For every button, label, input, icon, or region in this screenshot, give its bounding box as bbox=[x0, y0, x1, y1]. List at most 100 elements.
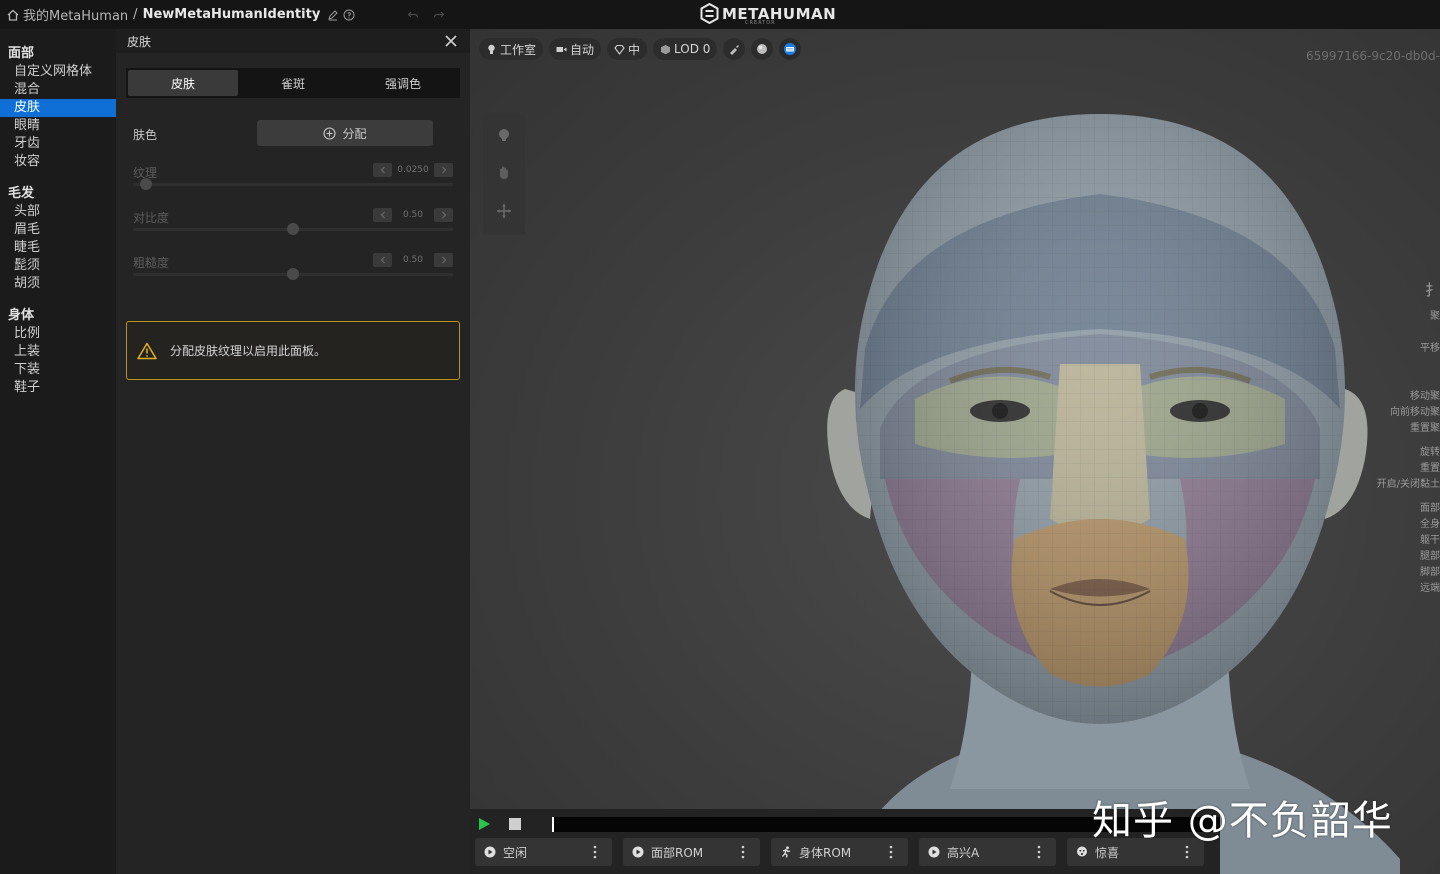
running-figure-icon bbox=[782, 846, 791, 858]
close-icon[interactable] bbox=[444, 34, 458, 48]
playhead[interactable] bbox=[552, 817, 554, 832]
breadcrumb-current: NewMetaHumanIdentity bbox=[142, 7, 321, 22]
studio-lighting-button[interactable]: 工作室 bbox=[479, 38, 544, 60]
home-icon[interactable] bbox=[6, 8, 20, 22]
chevron-left-icon bbox=[380, 256, 385, 264]
shortcut-hint: 重置 bbox=[1420, 463, 1440, 474]
chevron-left-icon bbox=[380, 211, 385, 219]
add-circle-icon bbox=[323, 126, 337, 140]
assign-button[interactable]: 分配 bbox=[257, 120, 433, 146]
more-options-icon[interactable] bbox=[1037, 844, 1041, 860]
shortcut-hint: 平移 bbox=[1420, 343, 1440, 354]
metahuman-logo-icon bbox=[700, 3, 719, 24]
nav-item[interactable]: 鞋子 bbox=[0, 379, 116, 397]
skin-color-label: 肤色 bbox=[133, 128, 158, 142]
nav-item[interactable]: 头部 bbox=[0, 203, 116, 221]
decrement-button[interactable] bbox=[373, 208, 392, 222]
panel-header: 皮肤 bbox=[116, 29, 470, 53]
warning-box: 分配皮肤纹理以启用此面板。 bbox=[126, 321, 460, 380]
nav-item[interactable]: 混合 bbox=[0, 81, 116, 99]
anim-label: 空闲 bbox=[503, 845, 528, 860]
slider-knob[interactable] bbox=[287, 268, 299, 280]
move-hand-icon[interactable] bbox=[496, 165, 512, 181]
skin-tabs: 皮肤 雀斑 强调色 bbox=[126, 68, 460, 98]
help-icon[interactable] bbox=[343, 9, 355, 21]
light-bulb-icon bbox=[488, 44, 495, 54]
cube-icon bbox=[661, 44, 671, 54]
camera-label: 自动 bbox=[570, 42, 595, 57]
slider-knob[interactable] bbox=[287, 223, 299, 235]
nav-item[interactable]: 皮肤 bbox=[0, 99, 116, 117]
lod-button[interactable]: LOD 0 bbox=[653, 38, 718, 60]
quality-button[interactable]: 中 bbox=[607, 38, 648, 60]
anim-idle[interactable]: 空闲 bbox=[475, 838, 612, 866]
app-root: 我的MetaHuman / NewMetaHumanIdentity METAH… bbox=[0, 0, 1440, 874]
shortcut-hint: 扌 bbox=[1424, 281, 1440, 299]
logo-text: METAHUMAN bbox=[722, 4, 837, 23]
increment-button[interactable] bbox=[434, 208, 453, 222]
3d-viewport[interactable]: 工作室 自动 中 LOD 0 65997166-9c20-db0d- 扌 聚 平… bbox=[470, 29, 1440, 874]
nav-item[interactable]: 自定义网格体 bbox=[0, 63, 116, 81]
undo-icon[interactable] bbox=[407, 9, 419, 21]
anim-face-rom[interactable]: 面部ROM bbox=[623, 838, 760, 866]
slider-knob[interactable] bbox=[139, 178, 152, 190]
clay-material-button[interactable] bbox=[751, 38, 774, 60]
slider-value[interactable]: 0.50 bbox=[394, 208, 432, 222]
more-options-icon[interactable] bbox=[889, 844, 893, 860]
redo-icon[interactable] bbox=[433, 9, 445, 21]
edit-icon[interactable] bbox=[327, 9, 339, 21]
shortcut-hint: 开启/关闭黏土 bbox=[1376, 479, 1440, 490]
character-head-render[interactable] bbox=[800, 99, 1400, 874]
slider-texture: 纹理 0.0250 bbox=[133, 163, 453, 194]
logo-subtext: CREATOR bbox=[745, 20, 776, 26]
nav-group-title[interactable]: 身体 bbox=[0, 307, 116, 325]
breadcrumb-root[interactable]: 我的MetaHuman bbox=[23, 5, 128, 24]
shortcut-hint: 重置聚 bbox=[1410, 423, 1440, 434]
keyboard-shortcuts-button[interactable] bbox=[779, 38, 802, 60]
play-icon[interactable] bbox=[477, 817, 491, 831]
slider-track[interactable] bbox=[133, 183, 453, 186]
chevron-right-icon bbox=[441, 166, 446, 174]
stop-button[interactable] bbox=[509, 818, 521, 830]
nav-item[interactable]: 眉毛 bbox=[0, 221, 116, 239]
camera-button[interactable]: 自动 bbox=[549, 38, 602, 60]
translate-icon[interactable] bbox=[496, 203, 512, 219]
slider-value[interactable]: 0.0250 bbox=[394, 163, 432, 177]
nav-item[interactable]: 下装 bbox=[0, 361, 116, 379]
tab-skin[interactable]: 皮肤 bbox=[128, 70, 238, 96]
slider-value[interactable]: 0.50 bbox=[394, 253, 432, 267]
nav-group-title[interactable]: 面部 bbox=[0, 45, 116, 63]
warning-icon bbox=[137, 342, 157, 359]
tab-accents[interactable]: 强调色 bbox=[348, 70, 458, 96]
nav-item[interactable]: 眼睛 bbox=[0, 117, 116, 135]
diamond-icon bbox=[614, 44, 625, 55]
nav-item[interactable]: 比例 bbox=[0, 325, 116, 343]
slider-label: 对比度 bbox=[133, 211, 170, 225]
nav-group-title[interactable]: 毛发 bbox=[0, 185, 116, 203]
decrement-button[interactable] bbox=[373, 253, 392, 267]
watermark-text: 知乎 @不负韶华 bbox=[1092, 798, 1393, 844]
nav-item[interactable]: 睫毛 bbox=[0, 239, 116, 257]
head-select-icon[interactable] bbox=[496, 127, 512, 143]
paint-tool-button[interactable] bbox=[723, 38, 746, 60]
anim-label: 身体ROM bbox=[799, 845, 852, 860]
anim-happy-a[interactable]: 高兴A bbox=[919, 838, 1056, 866]
shortcut-hint: 腿部 bbox=[1420, 551, 1440, 562]
increment-button[interactable] bbox=[434, 163, 453, 177]
breadcrumb: 我的MetaHuman / NewMetaHumanIdentity bbox=[0, 0, 445, 29]
nav-item[interactable]: 妆容 bbox=[0, 153, 116, 171]
nav-item[interactable]: 上装 bbox=[0, 343, 116, 361]
more-options-icon[interactable] bbox=[593, 844, 597, 860]
decrement-button[interactable] bbox=[373, 163, 392, 177]
nav-item[interactable]: 胡须 bbox=[0, 275, 116, 293]
anim-body-rom[interactable]: 身体ROM bbox=[771, 838, 908, 866]
more-options-icon[interactable] bbox=[1185, 844, 1189, 860]
nav-item[interactable]: 髭须 bbox=[0, 257, 116, 275]
more-options-icon[interactable] bbox=[741, 844, 745, 860]
chevron-left-icon bbox=[380, 166, 385, 174]
nav-item[interactable]: 牙齿 bbox=[0, 135, 116, 153]
slider-contrast: 对比度 0.50 bbox=[133, 208, 453, 239]
increment-button[interactable] bbox=[434, 253, 453, 267]
anim-label: 高兴A bbox=[947, 845, 980, 860]
tab-freckles[interactable]: 雀斑 bbox=[238, 70, 348, 96]
